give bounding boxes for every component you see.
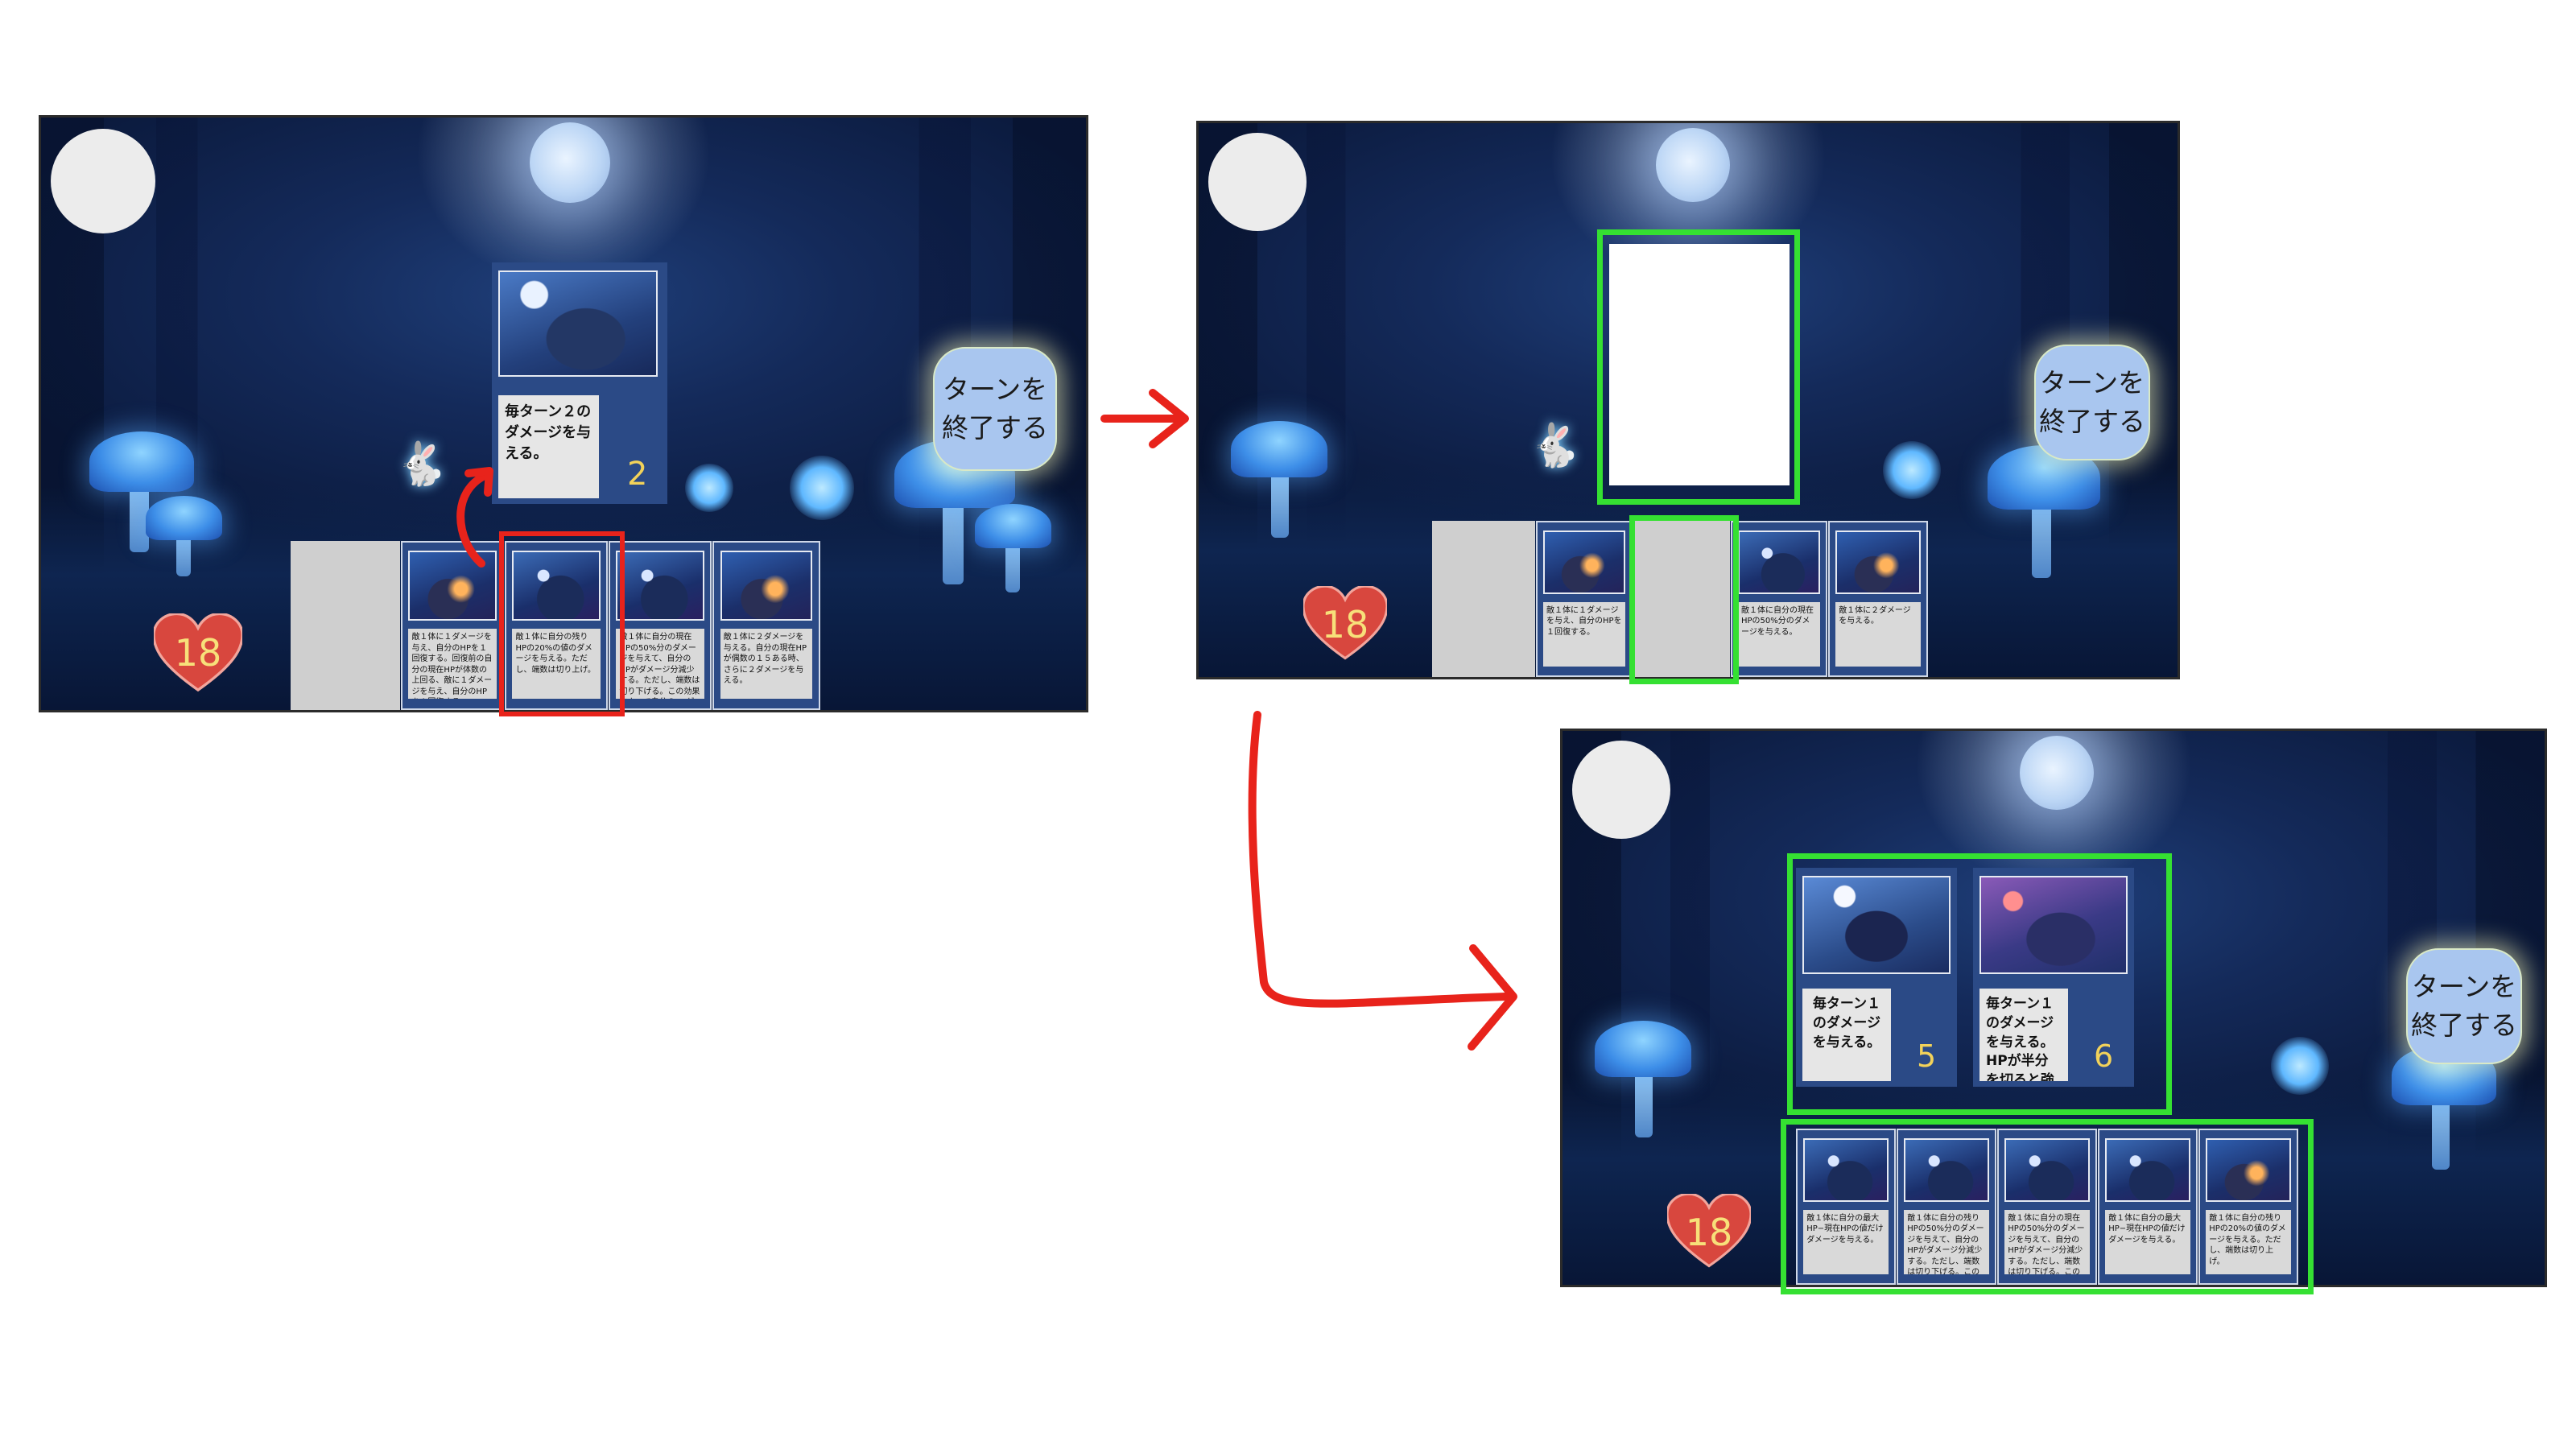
flow-arrows — [456, 389, 1517, 1051]
card-to-enemy-arrow — [456, 471, 490, 568]
middle-to-after-arrow — [1248, 711, 1509, 1008]
